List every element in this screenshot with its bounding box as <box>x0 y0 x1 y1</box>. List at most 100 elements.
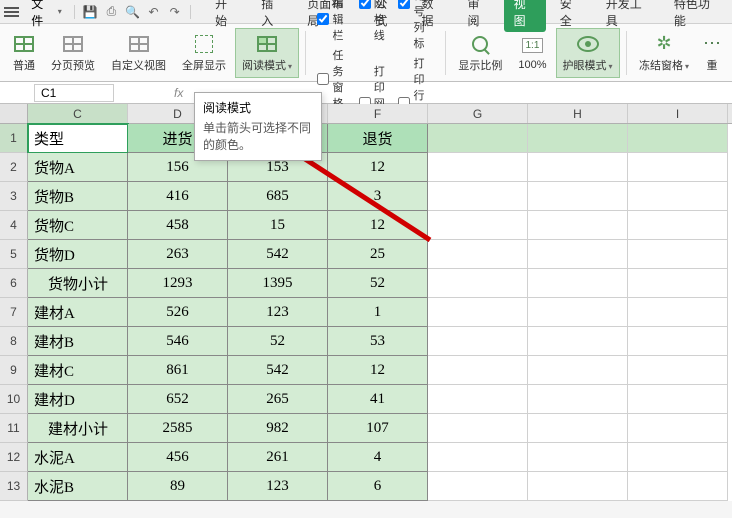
cell[interactable] <box>528 414 628 443</box>
file-menu[interactable]: 文件▾ <box>25 0 68 31</box>
cell[interactable]: 水泥A <box>28 443 128 472</box>
row-header[interactable]: 7 <box>0 298 28 327</box>
cell[interactable] <box>528 269 628 298</box>
cell[interactable]: 1395 <box>228 269 328 298</box>
print-icon[interactable]: ⎙ <box>102 2 121 22</box>
cell[interactable] <box>528 124 628 153</box>
cell[interactable]: 52 <box>228 327 328 356</box>
col-header-C[interactable]: C <box>28 104 128 123</box>
cell[interactable]: 15 <box>228 211 328 240</box>
cell[interactable]: 1293 <box>128 269 228 298</box>
cell[interactable] <box>428 443 528 472</box>
cell[interactable] <box>428 211 528 240</box>
formula-bar-checkbox[interactable]: 编辑栏 <box>317 0 344 43</box>
row-header[interactable]: 2 <box>0 153 28 182</box>
cell[interactable] <box>628 356 728 385</box>
row-header[interactable]: 10 <box>0 385 28 414</box>
cell[interactable]: 建材C <box>28 356 128 385</box>
cell[interactable]: 652 <box>128 385 228 414</box>
col-header-G[interactable]: G <box>428 104 528 123</box>
cell[interactable] <box>528 240 628 269</box>
cell[interactable]: 265 <box>228 385 328 414</box>
cell[interactable]: 685 <box>228 182 328 211</box>
cell[interactable]: 982 <box>228 414 328 443</box>
row-header[interactable]: 8 <box>0 327 28 356</box>
cell[interactable]: 建材A <box>28 298 128 327</box>
cell[interactable]: 货物A <box>28 153 128 182</box>
row-header[interactable]: 5 <box>0 240 28 269</box>
select-all-corner[interactable] <box>0 104 28 123</box>
row-header[interactable]: 3 <box>0 182 28 211</box>
row-header[interactable]: 13 <box>0 472 28 501</box>
row-header[interactable]: 6 <box>0 269 28 298</box>
cell[interactable]: 25 <box>328 240 428 269</box>
cell[interactable]: 建材B <box>28 327 128 356</box>
cell[interactable] <box>528 182 628 211</box>
cell[interactable]: 货物D <box>28 240 128 269</box>
row-header[interactable]: 11 <box>0 414 28 443</box>
cell[interactable] <box>428 269 528 298</box>
cell[interactable] <box>628 472 728 501</box>
cell[interactable] <box>528 443 628 472</box>
cell[interactable]: 526 <box>128 298 228 327</box>
cell[interactable]: 2585 <box>128 414 228 443</box>
cell[interactable] <box>428 182 528 211</box>
cell[interactable]: 1 <box>328 298 428 327</box>
cell[interactable] <box>428 356 528 385</box>
show-headings-checkbox[interactable]: 显示行号列标 <box>398 0 432 51</box>
cell[interactable] <box>528 211 628 240</box>
zoom-100-button[interactable]: 1:1 100% <box>511 28 553 78</box>
preview-icon[interactable]: 🔍 <box>123 2 142 22</box>
cell[interactable]: 3 <box>328 182 428 211</box>
cell[interactable]: 123 <box>228 472 328 501</box>
cell[interactable] <box>528 153 628 182</box>
cell[interactable] <box>428 124 528 153</box>
cell[interactable] <box>628 443 728 472</box>
cell[interactable]: 416 <box>128 182 228 211</box>
cell[interactable] <box>628 240 728 269</box>
cell[interactable]: 12 <box>328 356 428 385</box>
cell[interactable] <box>428 385 528 414</box>
cell[interactable]: 4 <box>328 443 428 472</box>
cell[interactable] <box>628 327 728 356</box>
cell[interactable]: 12 <box>328 153 428 182</box>
cell[interactable] <box>528 472 628 501</box>
save-icon[interactable]: 💾 <box>81 2 100 22</box>
cell[interactable]: 261 <box>228 443 328 472</box>
view-pagebreak-button[interactable]: 分页预览 <box>44 28 102 78</box>
fullscreen-button[interactable]: 全屏显示 <box>175 28 233 78</box>
cell[interactable]: 6 <box>328 472 428 501</box>
cell[interactable] <box>628 298 728 327</box>
eyecare-button[interactable]: 护眼模式▾ <box>556 28 620 78</box>
cell[interactable] <box>628 414 728 443</box>
cell[interactable]: 456 <box>128 443 228 472</box>
cell[interactable] <box>628 211 728 240</box>
cell[interactable]: 107 <box>328 414 428 443</box>
cell[interactable] <box>428 240 528 269</box>
cell[interactable]: 水泥B <box>28 472 128 501</box>
cell[interactable] <box>428 298 528 327</box>
cell[interactable]: 货物C <box>28 211 128 240</box>
cell[interactable] <box>528 327 628 356</box>
cell[interactable] <box>428 472 528 501</box>
cell[interactable] <box>628 385 728 414</box>
col-header-H[interactable]: H <box>528 104 628 123</box>
cell[interactable] <box>428 414 528 443</box>
cell[interactable]: 41 <box>328 385 428 414</box>
zoom-button[interactable]: 显示比例 <box>451 28 509 78</box>
name-box-input[interactable] <box>34 84 114 102</box>
more-button[interactable]: ⋯ 重 <box>698 28 726 78</box>
row-header[interactable]: 1 <box>0 124 28 153</box>
cell[interactable] <box>428 327 528 356</box>
show-gridlines-checkbox[interactable]: 显示网格线 <box>359 0 389 51</box>
row-header[interactable]: 12 <box>0 443 28 472</box>
cell[interactable]: 123 <box>228 298 328 327</box>
freeze-panes-button[interactable]: ✲ 冻结窗格▾ <box>632 28 696 78</box>
cell[interactable]: 货物小计 <box>28 269 128 298</box>
cell[interactable] <box>628 153 728 182</box>
cell[interactable] <box>628 124 728 153</box>
cell[interactable]: 建材D <box>28 385 128 414</box>
cell[interactable]: 546 <box>128 327 228 356</box>
reading-mode-button[interactable]: 阅读模式▾ <box>235 28 299 78</box>
row-header[interactable]: 9 <box>0 356 28 385</box>
